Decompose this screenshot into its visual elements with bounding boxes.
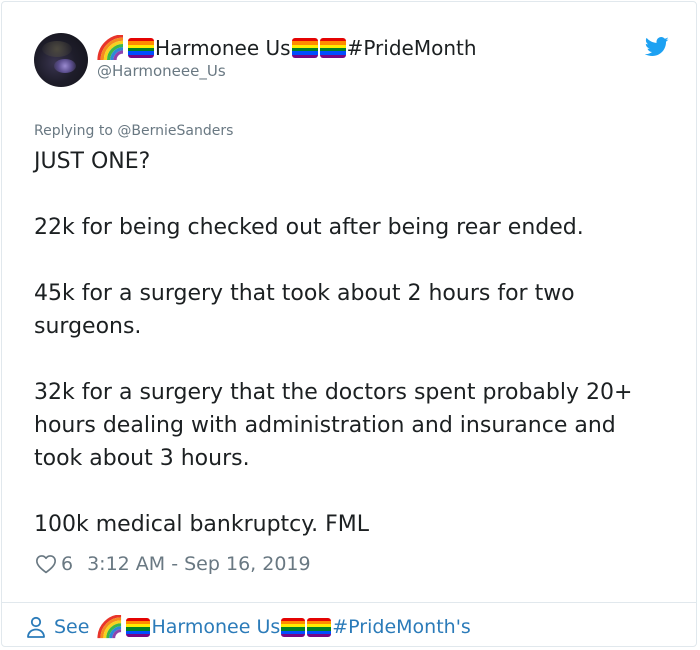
- avatar-highlight: [54, 59, 76, 73]
- tweet-card: Harmonee Us #PrideMonth @Harmoneee_Us Re…: [1, 1, 697, 647]
- tweet-line: 32k for a surgery that the doctors spent…: [34, 380, 633, 471]
- tweet-line: JUST ONE?: [34, 149, 151, 174]
- rainbow-emoji-icon: [97, 35, 125, 61]
- footer-display-name: Harmonee Us: [151, 616, 281, 638]
- like-count: 6: [61, 553, 74, 575]
- pride-flag-icon: [291, 38, 318, 58]
- see-label: See: [54, 616, 90, 638]
- tweet-line: 100k medical bankruptcy. FML: [34, 512, 370, 537]
- pride-flag-icon: [126, 617, 151, 637]
- rainbow-emoji-icon: [97, 615, 123, 639]
- name-hashtag: #PrideMonth: [346, 36, 477, 60]
- replying-to[interactable]: Replying to @BernieSanders: [34, 123, 233, 139]
- person-icon: [27, 616, 45, 638]
- tweet-timestamp[interactable]: 3:12 AM - Sep 16, 2019: [87, 553, 311, 575]
- author-name[interactable]: Harmonee Us #PrideMonth: [97, 35, 477, 61]
- see-more-link[interactable]: See Harmonee Us #PrideMonth's: [24, 613, 471, 641]
- pride-flag-icon: [281, 617, 306, 637]
- tweet-line: 45k for a surgery that took about 2 hour…: [34, 281, 575, 339]
- tweet-text: JUST ONE? 22k for being checked out afte…: [34, 145, 674, 541]
- heart-icon[interactable]: [35, 553, 57, 575]
- avatar-highlight: [42, 41, 72, 57]
- display-name: Harmonee Us: [155, 36, 291, 60]
- footer-hashtag: #PrideMonth's: [332, 616, 471, 638]
- twitter-bird-icon[interactable]: [645, 37, 669, 57]
- author-handle[interactable]: @Harmoneee_Us: [97, 62, 226, 80]
- tweet-line: 22k for being checked out after being re…: [34, 215, 584, 240]
- tweet-meta: 6 3:12 AM - Sep 16, 2019: [34, 550, 311, 578]
- divider: [2, 602, 696, 603]
- pride-flag-icon: [307, 617, 332, 637]
- pride-flag-icon: [128, 38, 154, 58]
- avatar[interactable]: [34, 33, 88, 87]
- pride-flag-icon: [319, 38, 346, 58]
